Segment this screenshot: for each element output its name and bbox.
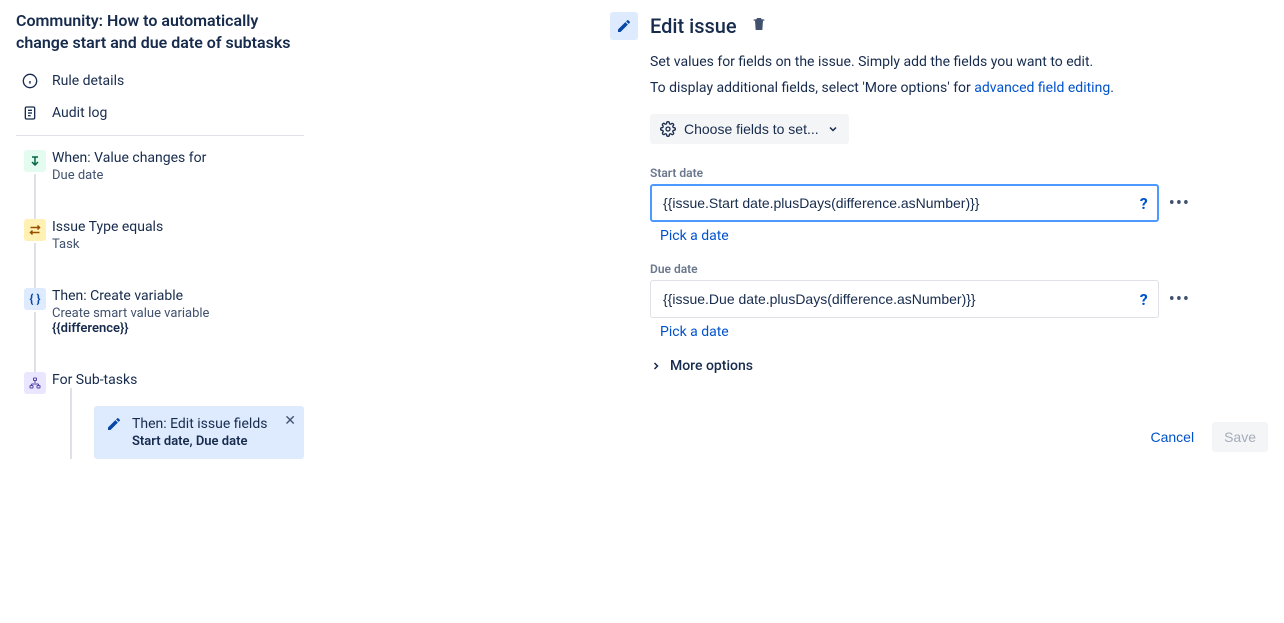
more-actions-icon[interactable]: ••• (1169, 289, 1190, 310)
step-sub: Task (52, 237, 304, 252)
info-icon (22, 73, 38, 89)
rule-name-title: Community: How to automatically change s… (16, 10, 304, 53)
step-condition[interactable]: Issue Type equals Task (24, 219, 304, 288)
step-title: For Sub-tasks (52, 372, 304, 388)
due-date-label: Due date (650, 262, 1190, 276)
branch-icon (24, 372, 46, 394)
pick-date-due[interactable]: Pick a date (660, 324, 1190, 340)
nav-rule-details[interactable]: Rule details (16, 65, 304, 97)
delete-icon[interactable] (751, 16, 767, 36)
start-date-label: Start date (650, 166, 1190, 180)
chevron-down-icon (827, 123, 839, 135)
step-sub: Create smart value variable {{difference… (52, 306, 304, 336)
chevron-right-icon (650, 360, 662, 372)
variable-icon: { } (24, 288, 46, 310)
start-date-input-wrapper[interactable]: ? (650, 184, 1159, 222)
more-options-toggle[interactable]: More options (650, 358, 1190, 374)
edit-issue-icon (610, 12, 638, 40)
step-trigger[interactable]: When: Value changes for Due date (24, 150, 304, 219)
nav-audit-log[interactable]: Audit log (16, 97, 304, 129)
condition-icon (24, 219, 46, 241)
pick-date-start[interactable]: Pick a date (660, 228, 1190, 244)
step-sub: Due date (52, 168, 304, 183)
choose-fields-button[interactable]: Choose fields to set... (650, 114, 849, 144)
advanced-field-editing-link[interactable]: advanced field editing (974, 80, 1110, 96)
log-icon (22, 105, 38, 121)
panel-description: Set values for fields on the issue. Simp… (650, 54, 1190, 70)
divider (16, 135, 304, 136)
panel-description-2: To display additional fields, select 'Mo… (650, 80, 1190, 96)
close-icon[interactable]: ✕ (284, 414, 296, 428)
step-title: Issue Type equals (52, 219, 304, 235)
gear-icon (660, 121, 676, 137)
step-title: Then: Create variable (52, 288, 304, 304)
start-date-input[interactable] (661, 194, 1138, 212)
more-actions-icon[interactable]: ••• (1169, 193, 1190, 214)
child-title: Then: Edit issue fields (132, 416, 267, 432)
child-sub: Start date, Due date (132, 434, 267, 449)
more-options-label: More options (670, 358, 753, 374)
nav-label: Rule details (52, 73, 124, 89)
help-icon[interactable]: ? (1138, 194, 1150, 213)
pencil-icon (106, 416, 122, 432)
nav-label: Audit log (52, 105, 107, 121)
panel-title: Edit issue (650, 14, 737, 38)
cancel-button[interactable]: Cancel (1138, 422, 1206, 452)
trigger-icon (24, 150, 46, 172)
due-date-input[interactable] (661, 290, 1138, 308)
step-edit-issue-fields[interactable]: Then: Edit issue fields Start date, Due … (94, 406, 304, 459)
step-create-variable[interactable]: { } Then: Create variable Create smart v… (24, 288, 304, 372)
step-branch[interactable]: For Sub-tasks Then: Edit issue fields St… (24, 372, 304, 495)
due-date-input-wrapper[interactable]: ? (650, 280, 1159, 318)
help-icon[interactable]: ? (1138, 290, 1150, 309)
choose-fields-label: Choose fields to set... (684, 121, 819, 137)
save-button[interactable]: Save (1212, 422, 1268, 452)
step-title: When: Value changes for (52, 150, 304, 166)
